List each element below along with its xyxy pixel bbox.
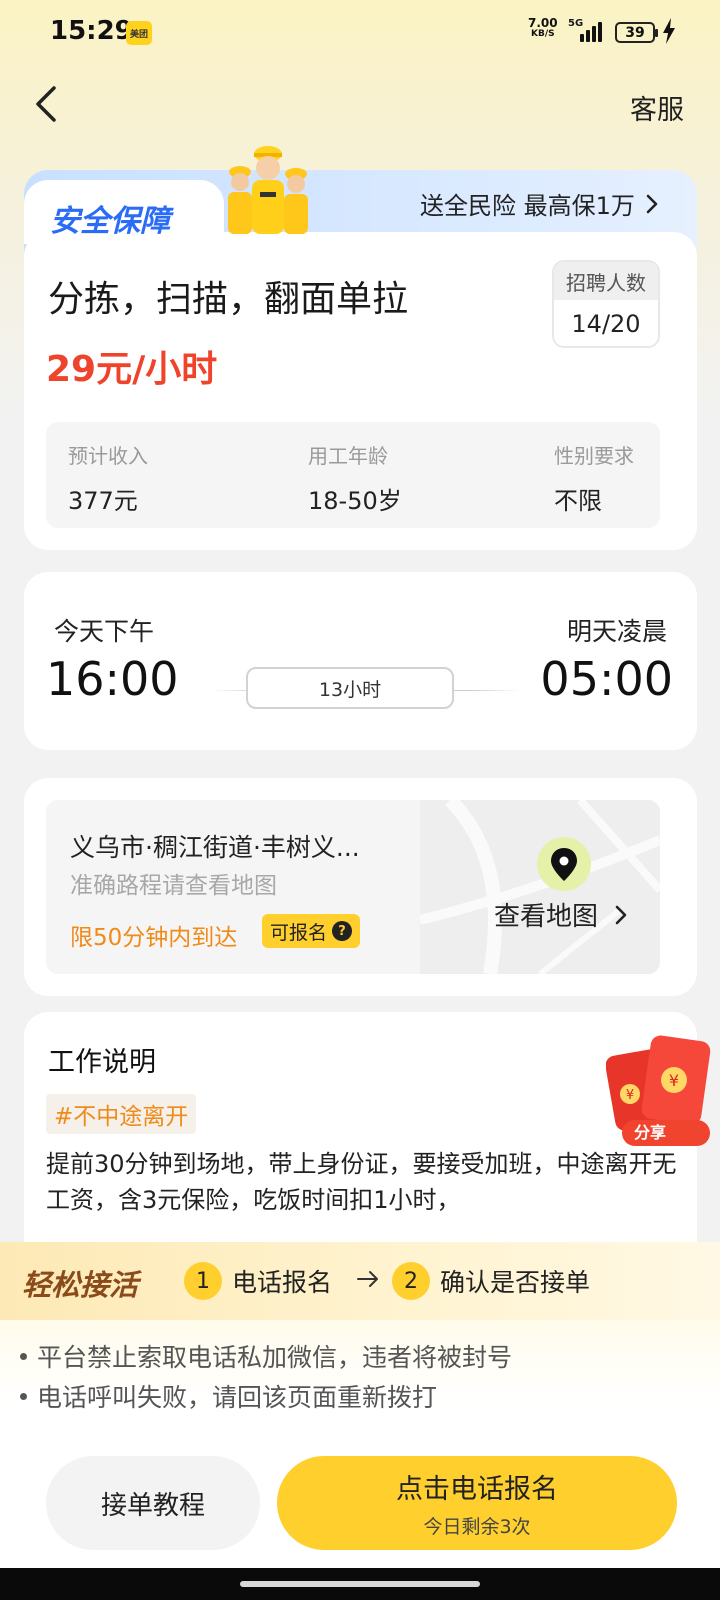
- notice-text: 平台禁止索取电话私加微信，违者将被封号: [37, 1343, 513, 1372]
- work-description-card: 工作说明 #不中途离开 提前30分钟到场地，带上身份证，要接受加班，中途离开无工…: [24, 1012, 697, 1272]
- bullet-dot: [20, 1352, 27, 1360]
- schedule-card: 今天下午 16:00 13小时 明天凌晨 05:00: [24, 572, 697, 750]
- insurance-text: 送全民险 最高保1万: [420, 192, 635, 220]
- network-speed-unit: KB/S: [531, 29, 555, 39]
- view-map-link[interactable]: 查看地图: [494, 896, 628, 933]
- svg-text:¥: ¥: [626, 1088, 634, 1103]
- enroll-status-text: 可报名: [270, 921, 328, 944]
- step-2-label: 确认是否接单: [440, 1268, 591, 1297]
- job-info-grid: 预计收入 377元 用工年龄 18-50岁 性别要求 不限: [46, 422, 660, 528]
- description-tag: #不中途离开: [46, 1094, 197, 1134]
- location-card: 义乌市·稠江街道·丰树义... 准确路程请查看地图 限50分钟内到达 可报名 ?…: [24, 778, 697, 996]
- workers-illustration: [228, 146, 308, 234]
- remaining-calls-text: 今日剩余3次: [423, 1516, 531, 1538]
- description-text: 提前30分钟到场地，带上身份证，要接受加班，中途离开无工资，含3元保险，吃饭时间…: [46, 1150, 677, 1214]
- battery-icon: 39: [615, 22, 658, 43]
- recruit-count-box: 招聘人数 14/20: [552, 260, 660, 348]
- bullet-dot: [20, 1392, 27, 1400]
- step-1-number: 1: [184, 1262, 222, 1300]
- network-speed: 7.00 KB/S: [528, 16, 558, 40]
- duration-text: 13小时: [318, 678, 382, 701]
- tutorial-button[interactable]: 接单教程: [46, 1456, 260, 1550]
- location-address: 义乌市·稠江街道·丰树义...: [70, 833, 360, 862]
- meituan-notification-icon: 美团: [126, 21, 152, 45]
- insurance-link[interactable]: 送全民险 最高保1万: [420, 186, 659, 221]
- job-card: 分拣，扫描，翻面单拉 29元/小时 招聘人数 14/20 预计收入 377元 用…: [24, 232, 697, 550]
- start-time: 16:00: [46, 652, 179, 706]
- start-day-label: 今天下午: [54, 617, 155, 646]
- safety-title: 安全保障: [50, 204, 170, 239]
- battery-level: 39: [625, 24, 645, 41]
- status-bar: 15:29 美团 7.00 KB/S 5G 39: [0, 0, 720, 64]
- location-hint: 准确路程请查看地图: [70, 873, 277, 899]
- info-gender: 性别要求 不限: [554, 440, 634, 516]
- steps-bar: 轻松接活 1 电话报名 2 确认是否接单: [0, 1242, 720, 1320]
- step-2-number: 2: [392, 1262, 430, 1300]
- status-time: 15:29: [50, 16, 133, 46]
- share-label: 分享: [634, 1123, 667, 1142]
- duration-badge: 13小时: [246, 667, 454, 709]
- arrival-limit: 限50分钟内到达: [70, 925, 238, 951]
- info-gender-label: 性别要求: [554, 444, 634, 468]
- info-age-label: 用工年龄: [308, 444, 388, 468]
- info-age-value: 18-50岁: [308, 487, 402, 515]
- info-income: 预计收入 377元: [68, 440, 148, 516]
- location-pin-icon: [537, 837, 591, 891]
- charging-icon: [663, 18, 675, 44]
- location-panel[interactable]: 义乌市·稠江街道·丰树义... 准确路程请查看地图 限50分钟内到达 可报名 ?…: [46, 800, 660, 974]
- step-1-label: 电话报名: [232, 1268, 333, 1297]
- arrow-right-icon: [357, 1271, 378, 1287]
- job-wage: 29元/小时: [46, 349, 218, 390]
- chevron-right-icon: [615, 905, 627, 924]
- enroll-status-tag[interactable]: 可报名 ?: [262, 914, 361, 948]
- question-icon: ?: [332, 921, 353, 941]
- notice-item: 平台禁止索取电话私加微信，违者将被封号: [20, 1338, 512, 1374]
- view-map-text: 查看地图: [494, 902, 599, 932]
- network-type: 5G: [568, 18, 584, 29]
- call-signup-label: 点击电话报名: [396, 1474, 558, 1505]
- steps-title: 轻松接活: [22, 1268, 139, 1302]
- info-age: 用工年龄 18-50岁: [308, 440, 402, 516]
- info-gender-value: 不限: [554, 487, 602, 515]
- job-title: 分拣，扫描，翻面单拉: [48, 279, 409, 320]
- recruit-label: 招聘人数: [554, 262, 658, 300]
- network-speed-value: 7.00: [528, 16, 558, 30]
- notice-item: 电话呼叫失败，请回该页面重新拨打: [20, 1378, 437, 1414]
- step-phone-signup: 1 电话报名: [184, 1262, 332, 1300]
- recruit-value: 14/20: [571, 310, 641, 338]
- info-income-value: 377元: [68, 487, 138, 515]
- end-day-label: 明天凌晨: [566, 617, 667, 646]
- step-confirm: 2 确认是否接单: [392, 1262, 590, 1300]
- back-arrow-icon[interactable]: [28, 82, 72, 126]
- info-income-label: 预计收入: [68, 444, 148, 468]
- chevron-right-icon: [646, 194, 658, 213]
- home-indicator[interactable]: [240, 1581, 480, 1587]
- signal-icon: 5G: [568, 18, 606, 44]
- customer-service-link[interactable]: 客服: [630, 88, 684, 127]
- svg-text:¥: ¥: [669, 1071, 679, 1090]
- tutorial-button-label: 接单教程: [100, 1490, 205, 1521]
- notice-text: 电话呼叫失败，请回该页面重新拨打: [37, 1383, 438, 1412]
- end-time: 05:00: [540, 652, 673, 706]
- description-title: 工作说明: [48, 1047, 156, 1078]
- share-red-packet-button[interactable]: ¥ ¥ 分享: [605, 1030, 714, 1158]
- call-signup-button[interactable]: 点击电话报名 今日剩余3次: [277, 1456, 677, 1550]
